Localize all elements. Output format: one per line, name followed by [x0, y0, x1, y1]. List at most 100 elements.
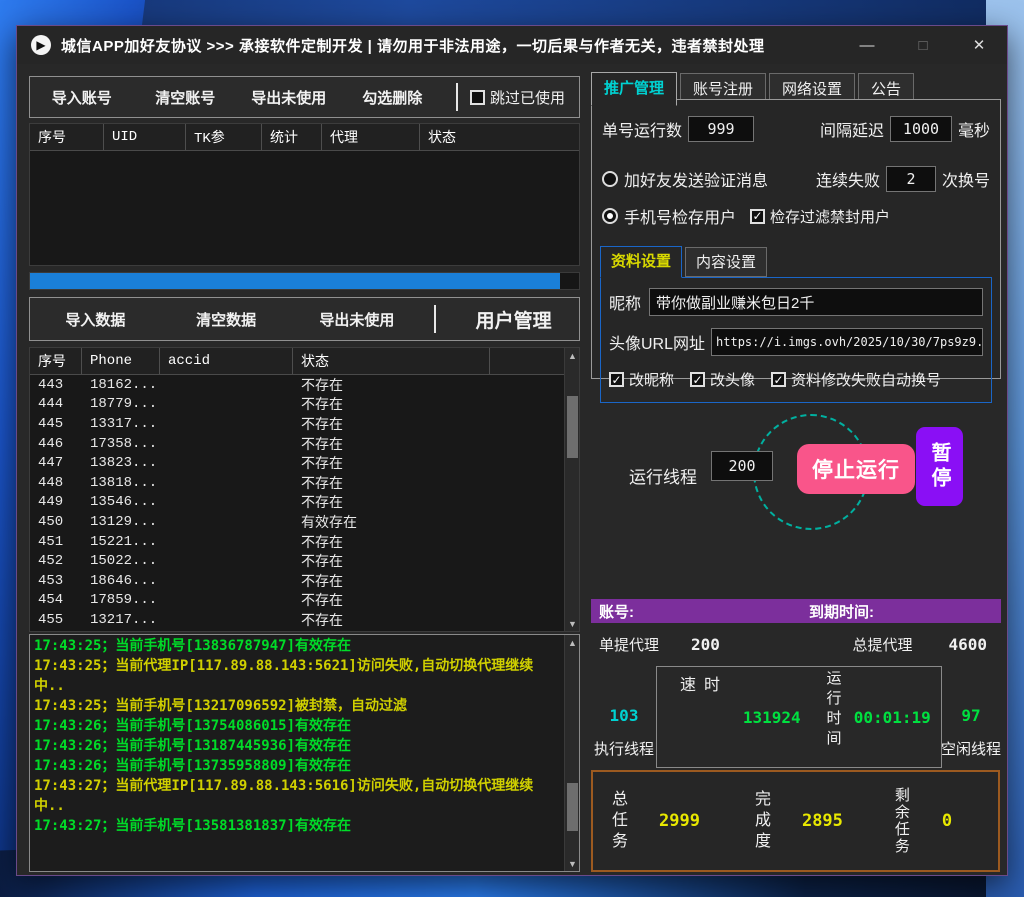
maximize-button[interactable]: □ [895, 26, 951, 64]
change-avatar-checkbox[interactable]: ✓ [690, 372, 705, 387]
app-window: ▶ 城信APP加好友协议 >>> 承接软件定制开发 | 请勿用于非法用途，一切后… [16, 25, 1008, 876]
table-row[interactable]: 449 13546... 不存在 [30, 493, 579, 513]
log-panel[interactable]: 17:43:25；当前手机号[13836787947]有效存在 17:43:25… [29, 634, 580, 872]
table-row[interactable]: 451 15221... 不存在 [30, 532, 579, 552]
col-status[interactable]: 状态 [293, 348, 490, 374]
remaining-label: 剩余任务 [891, 787, 912, 855]
stop-run-button[interactable]: 停止运行 [797, 444, 915, 494]
profile-settings-box: 昵称 头像URL网址 ✓ 改昵称 ✓ 改头像 ✓ 资料修改失败自动换号 [600, 277, 992, 403]
fail-unit-label: 次换号 [942, 167, 990, 191]
verify-row: 加好友发送验证消息 连续失败 次换号 [602, 166, 990, 192]
progress-fill [30, 273, 560, 289]
phone-table[interactable]: 序号 Phone accid 状态 443 18162... 不存在 444 1… [29, 347, 580, 632]
minimize-button[interactable]: — [839, 26, 895, 64]
scroll-down-icon[interactable]: ▼ [565, 856, 580, 871]
export-unused-data-button[interactable]: 导出未使用 [292, 309, 423, 330]
user-management-button[interactable]: 用户管理 [448, 306, 579, 333]
export-unused-accounts-button[interactable]: 导出未使用 [237, 87, 341, 108]
scrollbar-thumb[interactable] [567, 396, 578, 458]
cell-status: 不存在 [293, 630, 490, 632]
clear-accounts-button[interactable]: 清空账号 [134, 87, 238, 108]
delay-label: 间隔延迟 [820, 117, 884, 141]
total-tasks-value: 2999 [659, 811, 700, 831]
log-line: 17:43:27；当前手机号[13581381837]有效存在 [34, 816, 561, 836]
verify-radio[interactable] [602, 171, 618, 187]
scroll-up-icon[interactable]: ▲ [565, 635, 580, 650]
cell-status: 不存在 [293, 453, 490, 473]
scroll-down-icon[interactable]: ▼ [565, 616, 580, 631]
progress-bar [29, 272, 580, 290]
table-row[interactable]: 456 17503... 不存在 [30, 630, 579, 632]
table-row[interactable]: 443 18162... 不存在 [30, 375, 579, 395]
col-stat[interactable]: 统计 [262, 124, 322, 150]
fail-count-input[interactable] [886, 166, 936, 192]
import-accounts-button[interactable]: 导入账号 [30, 87, 134, 108]
completed-label: 完成度 [748, 790, 772, 853]
completed-value: 2895 [802, 811, 843, 831]
close-button[interactable]: ✕ [951, 26, 1007, 64]
pause-button[interactable]: 暂停 [916, 427, 963, 506]
scroll-up-icon[interactable]: ▲ [565, 348, 580, 363]
runtime-label: 运行时间 [822, 670, 843, 764]
delay-unit-label: 毫秒 [958, 117, 990, 141]
log-scrollbar[interactable]: ▲ ▼ [564, 635, 579, 871]
scrollbar-thumb[interactable] [567, 783, 578, 831]
nickname-input[interactable] [649, 288, 983, 316]
run-count-label: 单号运行数 [602, 117, 682, 141]
cell-status: 不存在 [293, 551, 490, 571]
profile-tabs: 资料设置 内容设置 [600, 246, 1000, 277]
tab-promotion[interactable]: 推广管理 [591, 72, 677, 106]
col-uid[interactable]: UID [104, 124, 186, 150]
import-data-button[interactable]: 导入数据 [30, 309, 161, 330]
auto-switch-checkbox[interactable]: ✓ [771, 372, 786, 387]
filter-banned-checkbox[interactable]: ✓ [750, 209, 765, 224]
change-nick-checkbox[interactable]: ✓ [609, 372, 624, 387]
col-phone[interactable]: Phone [82, 348, 160, 374]
table-row[interactable]: 454 17859... 不存在 [30, 591, 579, 611]
cell-phone: 17358... [82, 436, 160, 452]
window-controls: — □ ✕ [839, 26, 1007, 64]
avatar-url-input[interactable] [711, 328, 983, 356]
cell-status: 不存在 [293, 434, 490, 454]
cell-status: 不存在 [293, 571, 490, 591]
skip-used-checkbox[interactable] [470, 90, 485, 105]
col-seq[interactable]: 序号 [30, 348, 82, 374]
table-row[interactable]: 452 15022... 不存在 [30, 551, 579, 571]
clear-data-button[interactable]: 清空数据 [161, 309, 292, 330]
table-row[interactable]: 455 13217... 不存在 [30, 610, 579, 630]
check-user-label: 手机号检存用户 [624, 204, 736, 228]
table-row[interactable]: 453 18646... 不存在 [30, 571, 579, 591]
account-table[interactable]: 序号 UID TK参 统计 代理 状态 [29, 123, 580, 266]
delete-checked-button[interactable]: 勾选删除 [341, 87, 445, 108]
col-proxy[interactable]: 代理 [322, 124, 420, 150]
delay-input[interactable] [890, 116, 952, 142]
check-icon: ✓ [611, 373, 621, 387]
table-row[interactable]: 445 13317... 不存在 [30, 414, 579, 434]
col-seq[interactable]: 序号 [30, 124, 104, 150]
table-row[interactable]: 450 13129... 有效存在 [30, 512, 579, 532]
run-count-input[interactable] [688, 116, 754, 142]
table-row[interactable]: 446 17358... 不存在 [30, 434, 579, 454]
app-logo-icon: ▶ [31, 35, 51, 55]
col-status[interactable]: 状态 [420, 124, 579, 150]
table-row[interactable]: 444 18779... 不存在 [30, 395, 579, 415]
wallpaper-top-ribbon [0, 0, 1024, 26]
change-avatar-label: 改头像 [710, 369, 755, 390]
remaining-group: 剩余任务 0 [891, 787, 1015, 855]
check-user-radio[interactable] [602, 208, 618, 224]
cell-status: 不存在 [293, 394, 490, 414]
cell-status: 不存在 [293, 590, 490, 610]
log-line: 17:43:26；当前手机号[13754086015]有效存在 [34, 716, 561, 736]
table-row[interactable]: 448 13818... 不存在 [30, 473, 579, 493]
col-accid[interactable]: accid [160, 348, 293, 374]
col-tk[interactable]: TK参 [186, 124, 262, 150]
cell-status: 不存在 [293, 473, 490, 493]
phone-table-scrollbar[interactable]: ▲ ▼ [564, 348, 579, 631]
cell-phone: 13129... [82, 514, 160, 530]
thread-count-input[interactable] [711, 451, 773, 481]
tab-content-settings[interactable]: 内容设置 [685, 247, 767, 277]
tab-profile-settings[interactable]: 资料设置 [600, 246, 682, 278]
log-line: 17:43:27；当前代理IP[117.89.88.143:5616]访问失败,… [34, 776, 561, 816]
table-row[interactable]: 447 13823... 不存在 [30, 453, 579, 473]
nickname-row: 昵称 [609, 288, 983, 316]
